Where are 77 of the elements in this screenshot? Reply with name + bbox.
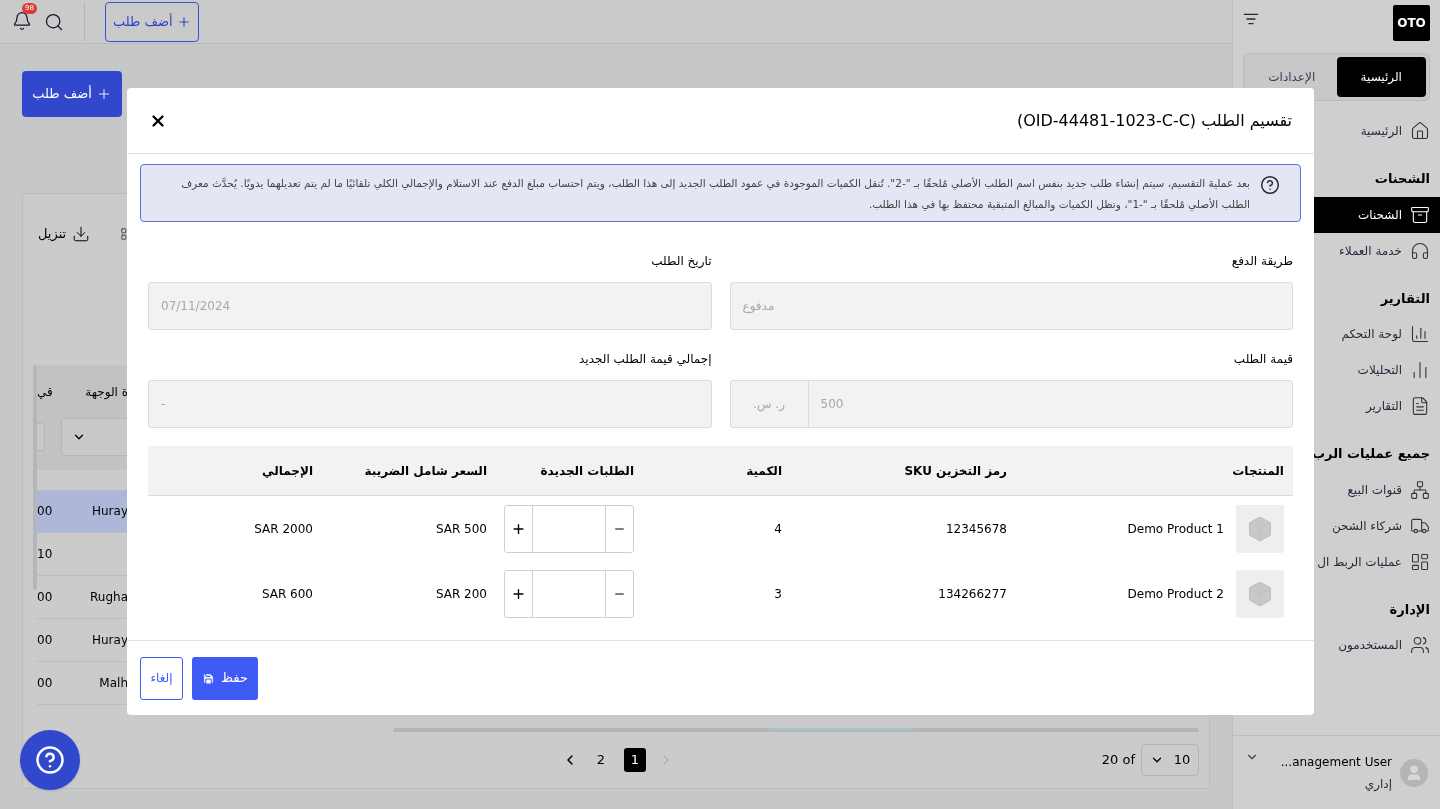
column-header: رمز التخزين SKU bbox=[903, 462, 1008, 480]
table-cell-text: 00 bbox=[37, 632, 54, 649]
nav-icon bbox=[1410, 479, 1430, 500]
field-label: تاريخ الطلب bbox=[650, 253, 712, 270]
section-title: الإدارة bbox=[1389, 600, 1430, 619]
table-cell-text: Malh bbox=[99, 675, 128, 692]
table-cell-text: SAR 600 bbox=[260, 585, 314, 603]
download-button[interactable]: تنزيل bbox=[38, 224, 91, 244]
table-cell-text: 00 bbox=[37, 675, 54, 692]
filter-select[interactable] bbox=[61, 418, 128, 456]
search-icon[interactable] bbox=[44, 11, 64, 32]
column-header: قي bbox=[37, 383, 53, 401]
quantity-stepper[interactable] bbox=[504, 504, 634, 553]
page-button[interactable]: 2 bbox=[590, 748, 612, 772]
nav-item[interactable]: المستخدمون bbox=[1233, 627, 1440, 663]
dialog-title: تقسيم الطلب (OID-44481-1023-C-C) bbox=[1016, 109, 1292, 132]
currency-suffix: ر. س. bbox=[730, 381, 809, 427]
table-cell-text: 12345678 bbox=[944, 520, 1008, 538]
table-cell-text: Huray bbox=[91, 632, 128, 649]
download-icon bbox=[72, 225, 91, 243]
nav-icon bbox=[1410, 240, 1430, 261]
nav-item[interactable]: شركاء الشحن bbox=[1233, 507, 1440, 544]
save-button[interactable]: حفظ bbox=[192, 656, 258, 700]
add-order-button[interactable]: أضف طلب bbox=[22, 71, 122, 117]
user-name: ...anagement User bbox=[1279, 753, 1392, 771]
avatar-icon bbox=[1400, 758, 1428, 787]
help-icon bbox=[35, 745, 65, 775]
section-title: الشحنات bbox=[1374, 170, 1430, 188]
cancel-button[interactable]: إلغاء bbox=[140, 656, 183, 700]
table-cell-text: 4 bbox=[773, 520, 783, 538]
nav-icon bbox=[1410, 204, 1430, 225]
sidebar-tab[interactable]: الرئيسية bbox=[1336, 57, 1426, 97]
nav-icon bbox=[1410, 121, 1430, 141]
column-header: الطلبات الجديدة bbox=[539, 462, 635, 480]
table-cell-text: SAR 200 bbox=[434, 585, 488, 603]
nav-icon bbox=[1410, 396, 1430, 416]
field-label: قيمة الطلب bbox=[1232, 351, 1293, 368]
sidebar-tab[interactable]: الإعدادات bbox=[1247, 57, 1337, 97]
field-value: 500 bbox=[819, 396, 845, 413]
table-cell-text: 10 bbox=[37, 546, 54, 563]
add-order-button[interactable]: أضف طلب bbox=[105, 1, 199, 42]
save-icon bbox=[202, 671, 215, 685]
notification-bell-icon[interactable] bbox=[12, 10, 32, 31]
nav-item[interactable]: عمليات الربط ال bbox=[1233, 543, 1440, 580]
product-thumbnail bbox=[1236, 569, 1284, 618]
nav-icon bbox=[1410, 551, 1430, 572]
column-header: المنتجات bbox=[1231, 462, 1285, 480]
column-header: الإجمالي bbox=[261, 462, 314, 480]
column-header: السعر شامل الضريبة bbox=[363, 462, 488, 480]
user-role: إداري bbox=[1363, 775, 1392, 793]
table-cell-text: 00 bbox=[37, 589, 54, 606]
table-cell-text: SAR 2000 bbox=[253, 520, 314, 538]
nav-icon bbox=[1410, 635, 1430, 655]
range-label: 20 of bbox=[1101, 751, 1135, 770]
field-label: طريقة الدفع bbox=[1230, 253, 1293, 270]
section-title: التقارير bbox=[1380, 289, 1430, 308]
table-cell-text: 00 bbox=[37, 503, 54, 520]
page-size-select[interactable]: 10 bbox=[1141, 744, 1199, 776]
menu-icon[interactable] bbox=[1243, 11, 1259, 27]
nav-icon bbox=[1410, 324, 1430, 344]
table-cell-text: SAR 500 bbox=[434, 520, 488, 538]
table-cell-text: Huray bbox=[91, 503, 128, 520]
logo: OTO bbox=[1393, 5, 1430, 41]
table-cell-text: 134266277 bbox=[937, 585, 1008, 603]
table-cell-text: Demo Product 1 bbox=[1127, 520, 1224, 538]
table-cell-text: Demo Product 2 bbox=[1127, 585, 1224, 603]
quantity-stepper[interactable] bbox=[504, 569, 634, 618]
column-header: ة الوجهة bbox=[85, 383, 128, 401]
field-label: إجمالي قيمة الطلب الجديد bbox=[578, 351, 712, 368]
column-header: الكمية bbox=[745, 462, 783, 480]
table-cell-text: 3 bbox=[773, 585, 783, 603]
table-cell-text: Rugha bbox=[90, 589, 128, 606]
section-title: جميع عمليات الرب bbox=[1312, 445, 1430, 463]
plus-icon bbox=[176, 14, 191, 29]
page-button[interactable]: 1 bbox=[624, 748, 646, 772]
product-thumbnail bbox=[1236, 504, 1284, 553]
help-icon bbox=[1260, 175, 1280, 195]
